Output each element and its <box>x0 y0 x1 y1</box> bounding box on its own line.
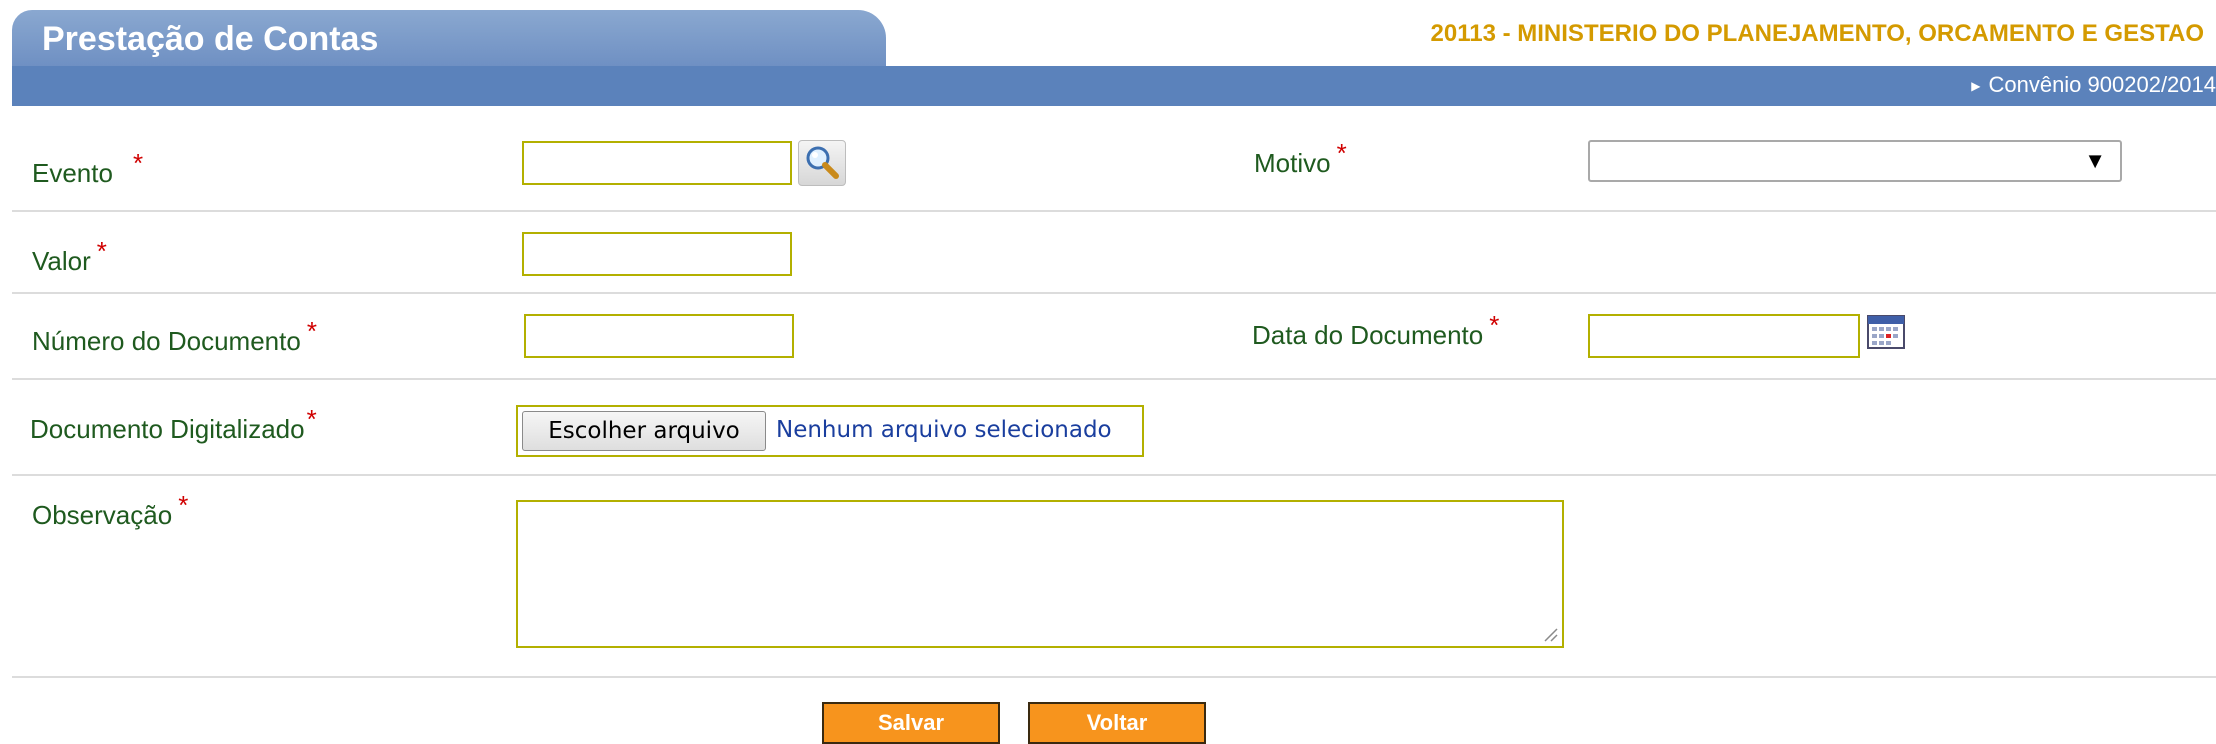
observacao-label: Observação * <box>32 490 188 531</box>
documento-digitalizado-required-mark: * <box>306 404 317 434</box>
magnifier-icon <box>806 146 839 179</box>
data-documento-label-text: Data do Documento <box>1252 320 1484 350</box>
evento-required-mark: * <box>132 148 144 178</box>
motivo-required-mark: * <box>1336 138 1347 168</box>
dropdown-caret-icon: ▼ <box>2084 148 2106 173</box>
numero-documento-label-text: Número do Documento <box>32 326 301 356</box>
observacao-required-mark: * <box>178 490 189 520</box>
calendar-icon <box>1867 315 1905 349</box>
valor-label: Valor * <box>32 236 107 277</box>
motivo-label-text: Motivo <box>1254 148 1331 178</box>
row-divider <box>12 676 2216 678</box>
evento-input[interactable] <box>522 141 792 185</box>
calendar-button[interactable] <box>1866 313 1906 351</box>
organization-name: 20113 - MINISTERIO DO PLANEJAMENTO, ORCA… <box>1430 20 2204 47</box>
file-upload-field: Escolher arquivo Nenhum arquivo selecion… <box>516 405 1144 457</box>
motivo-label: Motivo * <box>1254 138 1347 179</box>
row-divider <box>12 210 2216 212</box>
data-documento-input[interactable] <box>1588 314 1860 358</box>
row-divider <box>12 474 2216 476</box>
back-button[interactable]: Voltar <box>1028 702 1206 744</box>
row-divider <box>12 292 2216 294</box>
choose-file-button[interactable]: Escolher arquivo <box>522 411 766 451</box>
breadcrumb: ▶ Convênio 900202/2014 <box>1971 72 2216 98</box>
data-documento-required-mark: * <box>1489 310 1500 340</box>
observacao-label-text: Observação <box>32 500 173 530</box>
evento-label-text: Evento <box>32 158 113 188</box>
valor-label-text: Valor <box>32 246 91 276</box>
valor-required-mark: * <box>96 236 107 266</box>
file-status-text: Nenhum arquivo selecionado <box>776 417 1112 443</box>
data-documento-label: Data do Documento * <box>1252 310 1499 351</box>
convenio-label: Convênio 900202/2014 <box>1988 72 2216 97</box>
documento-digitalizado-label-text: Documento Digitalizado <box>30 414 305 444</box>
valor-input[interactable] <box>522 232 792 276</box>
header-subbar <box>12 66 2216 106</box>
motivo-select[interactable]: ▼ <box>1588 140 2122 182</box>
documento-digitalizado-label: Documento Digitalizado* <box>30 404 317 445</box>
save-button[interactable]: Salvar <box>822 702 1000 744</box>
resize-grip-icon[interactable] <box>1542 626 1558 642</box>
numero-documento-required-mark: * <box>306 316 317 346</box>
observacao-textarea[interactable] <box>516 500 1564 648</box>
evento-search-button[interactable] <box>798 140 846 186</box>
evento-label: Evento * <box>32 148 143 189</box>
page-title: Prestação de Contas <box>42 20 379 58</box>
numero-documento-label: Número do Documento * <box>32 316 317 357</box>
breadcrumb-arrow-icon: ▶ <box>1971 79 1981 93</box>
row-divider <box>12 378 2216 380</box>
numero-documento-input[interactable] <box>524 314 794 358</box>
